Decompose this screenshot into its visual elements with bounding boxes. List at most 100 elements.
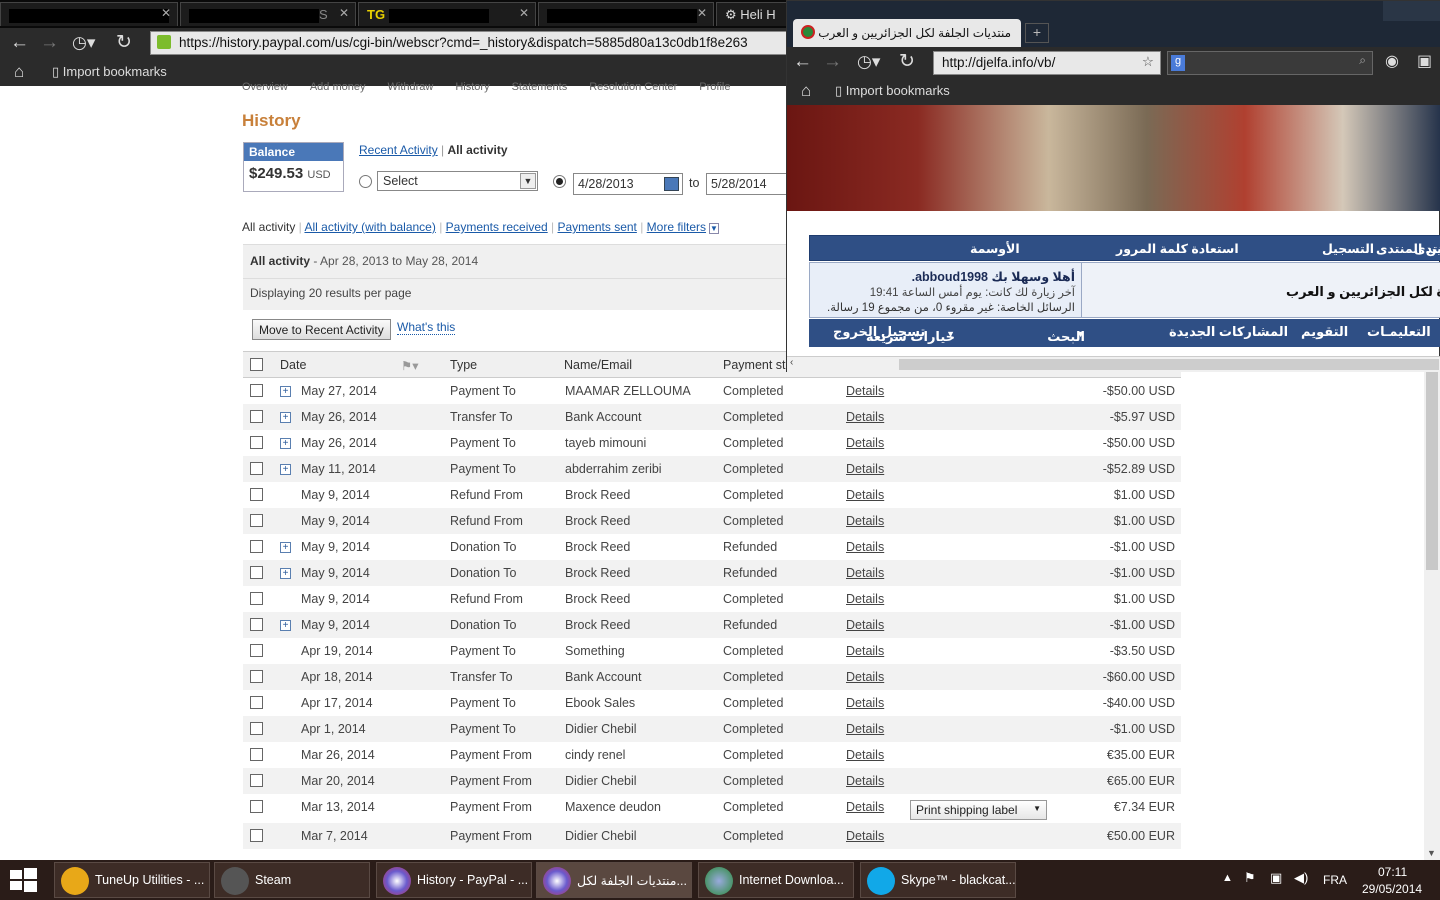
row-checkbox[interactable]: [250, 774, 263, 787]
expand-icon[interactable]: +: [280, 620, 291, 631]
close-tab-icon[interactable]: ✕: [339, 6, 349, 20]
date-from-input[interactable]: 4/28/2013: [573, 173, 683, 195]
menu-icon[interactable]: ▣: [1417, 47, 1432, 77]
browser-tab[interactable]: ⚙ Heli H: [716, 2, 792, 26]
row-checkbox[interactable]: [250, 514, 263, 527]
row-checkbox[interactable]: [250, 436, 263, 449]
nav-register[interactable]: التسجيل: [1322, 241, 1374, 256]
close-tab-icon[interactable]: ✕: [519, 6, 529, 20]
taskbar-idm[interactable]: Internet Downloa...: [698, 862, 854, 898]
details-link[interactable]: Details: [846, 540, 884, 554]
search-icon[interactable]: ⌕: [1359, 53, 1366, 68]
chevron-down-icon[interactable]: ▼: [709, 223, 719, 234]
details-link[interactable]: Details: [846, 722, 884, 736]
filter-payments-sent[interactable]: Payments sent: [558, 220, 637, 234]
details-link[interactable]: Details: [846, 384, 884, 398]
expand-icon[interactable]: +: [280, 386, 291, 397]
details-link[interactable]: Details: [846, 514, 884, 528]
taskbar-forum[interactable]: منتديات الجلفة لكل...: [536, 862, 692, 898]
details-link[interactable]: Details: [846, 644, 884, 658]
period-select[interactable]: Select ▼: [377, 171, 538, 191]
row-checkbox[interactable]: [250, 488, 263, 501]
nav-recover-password[interactable]: استعادة كلمة المرور: [1116, 241, 1239, 256]
nav-profile[interactable]: Profile: [699, 81, 730, 93]
filter-with-balance[interactable]: All activity (with balance): [304, 220, 435, 234]
close-tab-icon[interactable]: ✕: [161, 6, 171, 20]
nav-history[interactable]: History: [455, 81, 489, 93]
col-name[interactable]: Name/Email: [564, 358, 632, 372]
date-to-input[interactable]: 5/28/2014: [706, 173, 790, 195]
expand-icon[interactable]: +: [280, 438, 291, 449]
forum-tab[interactable]: منتديات الجلفة لكل الجزائريين و العرب: [793, 19, 1021, 47]
row-checkbox[interactable]: [250, 540, 263, 553]
col-status[interactable]: Payment st: [723, 358, 786, 372]
new-tab-icon[interactable]: +: [1025, 23, 1049, 43]
nav-help[interactable]: التعليمـات: [1367, 324, 1431, 340]
details-link[interactable]: Details: [846, 670, 884, 684]
expand-icon[interactable]: +: [280, 542, 291, 553]
back-icon[interactable]: ←: [10, 28, 29, 58]
print-shipping-label-select[interactable]: Print shipping label ▼: [910, 800, 1047, 820]
forward-icon[interactable]: →: [40, 28, 59, 58]
nav-new-posts[interactable]: المشاركات الجديدة: [1169, 324, 1288, 340]
address-bar[interactable]: https://history.paypal.com/us/cgi-bin/we…: [150, 31, 790, 55]
nav-statements[interactable]: Statements: [512, 81, 568, 93]
scroll-down-icon[interactable]: ▼: [1427, 848, 1436, 858]
scrollbar-thumb[interactable]: [899, 359, 1439, 370]
filter-payments-received[interactable]: Payments received: [446, 220, 548, 234]
nav-forum[interactable]: منتدى: [1414, 241, 1440, 256]
forward-icon[interactable]: →: [823, 47, 842, 77]
search-box[interactable]: g ⌕: [1167, 51, 1373, 75]
expand-icon[interactable]: +: [280, 568, 291, 579]
window-controls[interactable]: [1383, 1, 1440, 21]
language-indicator[interactable]: FRA: [1323, 873, 1347, 887]
row-checkbox[interactable]: [250, 384, 263, 397]
select-all-checkbox[interactable]: [250, 358, 263, 371]
reload-icon[interactable]: ↻: [899, 47, 915, 77]
more-filters-link[interactable]: More filters: [647, 220, 706, 234]
browser-tab[interactable]: ✕: [538, 2, 714, 26]
row-checkbox[interactable]: [250, 670, 263, 683]
browser-tab[interactable]: TG ✕: [358, 2, 536, 26]
row-checkbox[interactable]: [250, 644, 263, 657]
expand-icon[interactable]: +: [280, 464, 291, 475]
private-messages-link[interactable]: الرسائل الخاصة: غير مقروء 0، من مجموع 19…: [827, 300, 1075, 314]
row-checkbox[interactable]: [250, 829, 263, 842]
scroll-left-icon[interactable]: ‹: [790, 357, 793, 368]
row-checkbox[interactable]: [250, 462, 263, 475]
history-icon[interactable]: ◷▾: [72, 28, 95, 58]
row-checkbox[interactable]: [250, 618, 263, 631]
date-range-radio[interactable]: [553, 175, 566, 188]
taskbar-paypal[interactable]: History - PayPal - ...: [376, 862, 532, 898]
details-link[interactable]: Details: [846, 592, 884, 606]
nav-calendar[interactable]: التقويم: [1301, 324, 1348, 340]
details-link[interactable]: Details: [846, 462, 884, 476]
history-icon[interactable]: ◷▾: [857, 47, 880, 77]
bookmark-import[interactable]: ▯ Import bookmarks: [52, 64, 167, 80]
whats-this-link[interactable]: What's this: [397, 320, 456, 335]
details-link[interactable]: Details: [846, 410, 884, 424]
clock-time[interactable]: 07:11: [1378, 865, 1407, 879]
row-checkbox[interactable]: [250, 592, 263, 605]
row-checkbox[interactable]: [250, 748, 263, 761]
back-icon[interactable]: ←: [793, 47, 812, 77]
taskbar-steam[interactable]: Steam: [214, 862, 370, 898]
extension-icon[interactable]: ◉: [1385, 47, 1399, 77]
taskbar-skype[interactable]: Skype™ - blackcat...: [860, 862, 1016, 898]
star-icon[interactable]: ☆: [1142, 54, 1154, 70]
network-icon[interactable]: ▣: [1270, 870, 1282, 886]
bookmark-import[interactable]: ▯ Import bookmarks: [835, 83, 950, 99]
forum-hscrollbar[interactable]: ‹: [787, 356, 1440, 372]
home-icon[interactable]: ⌂: [14, 62, 24, 82]
browser-tab[interactable]: S ✕: [180, 2, 356, 26]
calendar-icon[interactable]: [664, 177, 679, 191]
close-tab-icon[interactable]: ✕: [697, 6, 707, 20]
details-link[interactable]: Details: [846, 436, 884, 450]
nav-resolution[interactable]: Resolution Center: [589, 81, 677, 93]
details-link[interactable]: Details: [846, 566, 884, 580]
nav-medals[interactable]: الأوسمة: [970, 241, 1020, 256]
windows-start-icon[interactable]: [8, 866, 40, 894]
details-link[interactable]: Details: [846, 618, 884, 632]
nav-overview[interactable]: Overview: [242, 81, 288, 93]
details-link[interactable]: Details: [846, 800, 884, 814]
